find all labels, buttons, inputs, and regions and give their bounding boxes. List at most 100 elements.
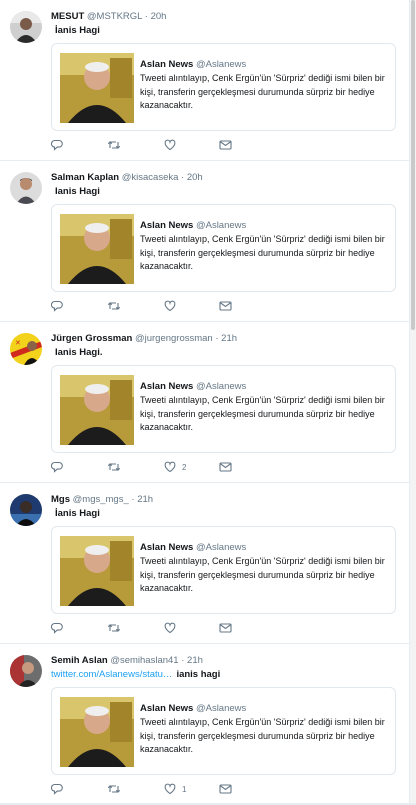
reply-button[interactable] [51, 299, 69, 313]
tweet-time[interactable]: 20h [187, 172, 203, 183]
avatar[interactable]: ✕ [10, 333, 42, 365]
tweet-text: Ianis Hagi [51, 185, 401, 198]
quoted-tweet[interactable]: Aslan News @Aslanews Tweeti alıntılayıp,… [51, 526, 396, 614]
retweet-icon [107, 139, 121, 151]
quoted-tweet[interactable]: Aslan News @Aslanews Tweeti alıntılayıp,… [51, 43, 396, 131]
retweet-button[interactable] [107, 299, 127, 313]
tweet-time[interactable]: 21h [221, 333, 237, 344]
avatar[interactable] [10, 494, 42, 526]
tweet-link[interactable]: twitter.com/Aslanews/statu… [51, 669, 172, 680]
separator: · [181, 172, 185, 183]
direct-message-button[interactable] [219, 460, 232, 474]
tweet[interactable]: ✕ Jürgen Grossman @jurgengrossman · 21h … [0, 322, 409, 483]
tweet-body-text: ianis hagi [176, 669, 221, 680]
author-handle[interactable]: @MSTKRGL [87, 11, 142, 22]
direct-message-button[interactable] [219, 782, 232, 796]
reply-button[interactable] [51, 460, 69, 474]
quoted-author-name: Aslan News [140, 59, 194, 70]
tweet-header: MESUT @MSTKRGL · 20h [51, 10, 401, 23]
reply-icon [51, 300, 63, 312]
quoted-tweet-text: Tweeti alıntılayıp, Cenk Ergün'ün 'Sürpr… [140, 234, 385, 271]
tweet[interactable]: Mgs @mgs_mgs_ · 21h İanis Hagi Aslan New… [0, 483, 409, 644]
quoted-author-handle: @Aslanews [195, 59, 247, 70]
like-icon [164, 139, 176, 151]
tweet-time[interactable]: 20h [151, 11, 167, 22]
quoted-tweet-header: Aslan News @Aslanews [140, 702, 246, 715]
like-button[interactable] [164, 138, 182, 152]
message-icon [219, 139, 232, 151]
quoted-tweet[interactable]: Aslan News @Aslanews Tweeti alıntılayıp,… [51, 687, 396, 775]
reply-button[interactable] [51, 138, 69, 152]
quoted-author-name: Aslan News [140, 220, 194, 231]
author-handle[interactable]: @semihaslan41 [110, 655, 178, 666]
avatar[interactable] [10, 655, 42, 687]
direct-message-button[interactable] [219, 138, 232, 152]
author-handle[interactable]: @kisacaseka [122, 172, 179, 183]
author-name[interactable]: Jürgen Grossman [51, 333, 132, 344]
quoted-tweet-image [60, 697, 134, 767]
quoted-author-name: Aslan News [140, 381, 194, 392]
quoted-author-name: Aslan News [140, 703, 194, 714]
quoted-tweet[interactable]: Aslan News @Aslanews Tweeti alıntılayıp,… [51, 365, 396, 453]
tweet-actions: 1 [51, 782, 331, 796]
retweet-button[interactable] [107, 782, 127, 796]
author-handle[interactable]: @mgs_mgs_ [73, 494, 129, 505]
avatar[interactable] [10, 172, 42, 204]
scrollbar-thumb[interactable] [411, 0, 415, 330]
reply-button[interactable] [51, 621, 69, 635]
reply-icon [51, 622, 63, 634]
quoted-author-name: Aslan News [140, 542, 194, 553]
author-handle[interactable]: @jurgengrossman [135, 333, 213, 344]
separator: · [181, 655, 185, 666]
author-name[interactable]: MESUT [51, 11, 84, 22]
quoted-tweet-text: Tweeti alıntılayıp, Cenk Ergün'ün 'Sürpr… [140, 717, 385, 754]
author-name[interactable]: Mgs [51, 494, 70, 505]
tweet-actions: 2 [51, 460, 331, 474]
quoted-author-handle: @Aslanews [195, 542, 247, 553]
quoted-tweet-text: Tweeti alıntılayıp, Cenk Ergün'ün 'Sürpr… [140, 556, 385, 593]
tweet-feed: MESUT @MSTKRGL · 20h İanis Hagi Aslan Ne… [0, 0, 410, 805]
tweet-body-text: Ianis Hagi [55, 186, 100, 197]
like-count: 1 [182, 784, 187, 794]
tweet-actions [51, 138, 331, 152]
message-icon [219, 300, 232, 312]
message-icon [219, 622, 232, 634]
tweet-actions [51, 299, 331, 313]
reply-icon [51, 783, 63, 795]
like-icon [164, 461, 176, 473]
tweet-body-text: İanis Hagi [55, 508, 100, 519]
tweet-text: twitter.com/Aslanews/statu… ianis hagi [51, 668, 401, 681]
tweet[interactable]: MESUT @MSTKRGL · 20h İanis Hagi Aslan Ne… [0, 0, 409, 161]
like-icon [164, 300, 176, 312]
tweet[interactable]: Salman Kaplan @kisacaseka · 20h Ianis Ha… [0, 161, 409, 322]
retweet-icon [107, 622, 121, 634]
tweet-time[interactable]: 21h [187, 655, 203, 666]
avatar[interactable] [10, 11, 42, 43]
like-button[interactable] [164, 299, 182, 313]
like-button[interactable]: 2 [164, 460, 186, 474]
tweet[interactable]: Semih Aslan @semihaslan41 · 21h twitter.… [0, 644, 409, 805]
tweet-time[interactable]: 21h [137, 494, 153, 505]
like-count: 2 [182, 462, 187, 472]
retweet-icon [107, 783, 121, 795]
tweet-body-text: Ianis Hagi. [55, 347, 103, 358]
direct-message-button[interactable] [219, 621, 232, 635]
svg-text:✕: ✕ [15, 339, 21, 347]
quoted-tweet-image [60, 53, 134, 123]
scrollbar[interactable] [410, 0, 416, 803]
reply-icon [51, 461, 63, 473]
quoted-tweet-header: Aslan News @Aslanews [140, 541, 246, 554]
author-name[interactable]: Salman Kaplan [51, 172, 119, 183]
author-name[interactable]: Semih Aslan [51, 655, 108, 666]
tweet-header: Mgs @mgs_mgs_ · 21h [51, 493, 401, 506]
quoted-tweet[interactable]: Aslan News @Aslanews Tweeti alıntılayıp,… [51, 204, 396, 292]
quoted-tweet-text: Tweeti alıntılayıp, Cenk Ergün'ün 'Sürpr… [140, 395, 385, 432]
like-button[interactable] [164, 621, 182, 635]
retweet-button[interactable] [107, 621, 127, 635]
retweet-button[interactable] [107, 138, 127, 152]
reply-button[interactable] [51, 782, 69, 796]
like-button[interactable]: 1 [164, 782, 186, 796]
quoted-author-handle: @Aslanews [195, 220, 247, 231]
direct-message-button[interactable] [219, 299, 232, 313]
retweet-button[interactable] [107, 460, 127, 474]
